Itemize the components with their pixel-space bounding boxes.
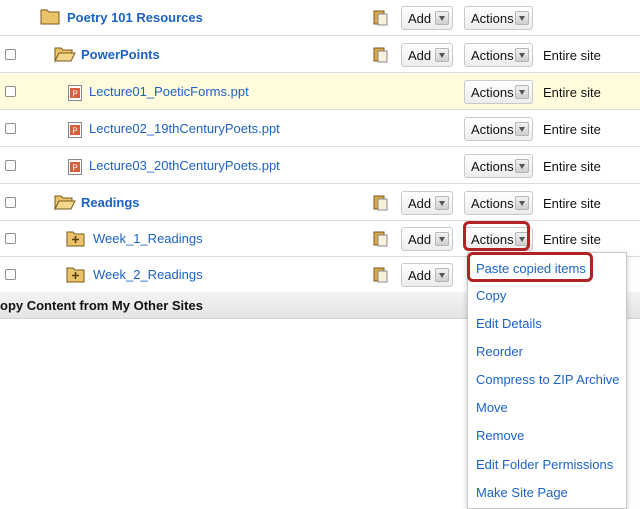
chevron-down-icon: [515, 48, 529, 62]
actions-button[interactable]: Actions: [464, 43, 533, 67]
add-button[interactable]: Add: [401, 43, 453, 67]
chevron-down-icon: [515, 196, 529, 210]
clipboard-icon[interactable]: [373, 229, 388, 247]
file-link[interactable]: Lecture02_19thCenturyPoets.ppt: [89, 121, 280, 136]
menu-item-compress-zip[interactable]: Compress to ZIP Archive: [476, 372, 620, 387]
chevron-down-icon: [435, 48, 449, 62]
menu-item-make-site-page[interactable]: Make Site Page: [476, 485, 568, 500]
menu-item-edit-details[interactable]: Edit Details: [476, 316, 542, 331]
add-button[interactable]: Add: [401, 6, 453, 30]
svg-text:P: P: [72, 127, 77, 136]
folder-icon: [40, 9, 60, 25]
row-checkbox[interactable]: [5, 160, 16, 171]
folder-plus-icon: [66, 267, 85, 283]
row-checkbox[interactable]: [5, 49, 16, 60]
clipboard-icon[interactable]: [373, 265, 388, 283]
chevron-down-icon: [435, 232, 449, 246]
chevron-down-icon: [435, 196, 449, 210]
clipboard-icon[interactable]: [373, 193, 388, 211]
chevron-down-icon: [515, 122, 529, 136]
ppt-file-icon: P: [68, 159, 82, 175]
file-link[interactable]: Lecture01_PoeticForms.ppt: [89, 84, 249, 99]
folder-link[interactable]: Week_2_Readings: [93, 267, 203, 282]
actions-dropdown-menu: Paste copied items Copy Edit Details Reo…: [467, 252, 627, 509]
chevron-down-icon: [515, 159, 529, 173]
folder-plus-icon: [66, 231, 85, 247]
table-row: PowerPoints Add Actions Entire site: [0, 37, 640, 73]
add-button[interactable]: Add: [401, 191, 453, 215]
callout-highlight-actions: [463, 221, 530, 251]
chevron-down-icon: [515, 11, 529, 25]
actions-button[interactable]: Actions: [464, 154, 533, 178]
ppt-file-icon: P: [68, 85, 82, 101]
menu-item-reorder[interactable]: Reorder: [476, 344, 523, 359]
chevron-down-icon: [435, 11, 449, 25]
table-row: P Lecture02_19thCenturyPoets.ppt Actions…: [0, 111, 640, 147]
svg-text:P: P: [72, 90, 77, 99]
access-label: Entire site: [543, 196, 601, 211]
access-label: Entire site: [543, 85, 601, 100]
menu-item-remove[interactable]: Remove: [476, 428, 524, 443]
clipboard-icon[interactable]: [373, 8, 388, 26]
row-checkbox[interactable]: [5, 86, 16, 97]
folder-link[interactable]: Readings: [81, 195, 140, 210]
add-button[interactable]: Add: [401, 227, 453, 251]
chevron-down-icon: [515, 85, 529, 99]
table-row: Poetry 101 Resources Add Actions: [0, 0, 640, 36]
row-checkbox[interactable]: [5, 123, 16, 134]
section-label: opy Content from My Other Sites: [0, 298, 203, 313]
svg-text:P: P: [72, 164, 77, 173]
actions-button[interactable]: Actions: [464, 117, 533, 141]
folder-open-icon: [54, 195, 76, 211]
ppt-file-icon: P: [68, 122, 82, 138]
row-checkbox[interactable]: [5, 269, 16, 280]
folder-link[interactable]: Week_1_Readings: [93, 231, 203, 246]
table-row: P Lecture01_PoeticForms.ppt Actions Enti…: [0, 74, 640, 110]
callout-highlight-paste: [467, 252, 593, 282]
table-row: P Lecture03_20thCenturyPoets.ppt Actions…: [0, 148, 640, 184]
row-checkbox[interactable]: [5, 233, 16, 244]
folder-link[interactable]: Poetry 101 Resources: [67, 10, 203, 25]
folder-open-icon: [54, 47, 76, 63]
menu-item-move[interactable]: Move: [476, 400, 508, 415]
access-label: Entire site: [543, 48, 601, 63]
chevron-down-icon: [435, 268, 449, 282]
menu-item-copy[interactable]: Copy: [476, 288, 506, 303]
actions-button[interactable]: Actions: [464, 191, 533, 215]
file-link[interactable]: Lecture03_20thCenturyPoets.ppt: [89, 158, 280, 173]
clipboard-icon[interactable]: [373, 45, 388, 63]
row-checkbox[interactable]: [5, 197, 16, 208]
access-label: Entire site: [543, 159, 601, 174]
actions-button[interactable]: Actions: [464, 80, 533, 104]
actions-button[interactable]: Actions: [464, 6, 533, 30]
access-label: Entire site: [543, 122, 601, 137]
access-label: Entire site: [543, 232, 601, 247]
folder-link[interactable]: PowerPoints: [81, 47, 160, 62]
menu-item-edit-folder-permissions[interactable]: Edit Folder Permissions: [476, 457, 613, 472]
table-row: Readings Add Actions Entire site: [0, 185, 640, 221]
add-button[interactable]: Add: [401, 263, 453, 287]
